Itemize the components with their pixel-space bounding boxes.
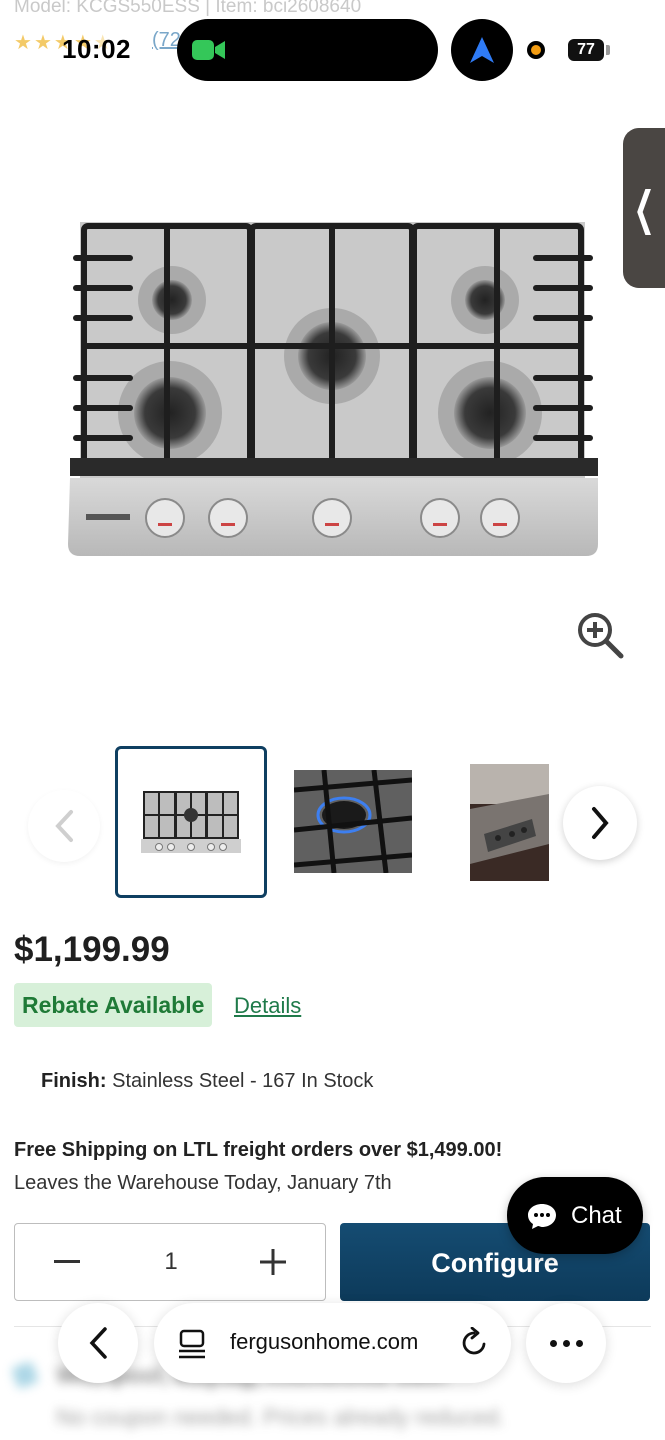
quantity-increase-button[interactable] (259, 1248, 287, 1276)
rebate-badge: Rebate Available (14, 983, 213, 1027)
chat-label: Chat (571, 1201, 622, 1229)
thumbnail-1-selected[interactable] (115, 746, 267, 898)
chevron-left-icon: ❮ (633, 181, 655, 235)
finish-value: Stainless Steel - 167 In Stock (112, 1070, 374, 1092)
chevron-left-icon (55, 810, 73, 842)
model-item-line: Model: KCGS550ESS | Item: bci2608640 (14, 0, 362, 17)
tag-icon (10, 1360, 40, 1390)
navigation-indicator (451, 19, 513, 81)
dynamic-island (177, 19, 438, 81)
chat-button[interactable]: Chat (507, 1177, 643, 1254)
more-button[interactable] (526, 1303, 606, 1383)
more-icon-dot (575, 1339, 583, 1347)
shipping-title: Free Shipping on LTL freight orders over… (14, 1139, 503, 1161)
thumbnail-3-kitchen-scene[interactable] (470, 764, 549, 881)
minus-icon (54, 1260, 80, 1263)
thumbnail-2-burner-flame[interactable] (294, 770, 412, 873)
more-icon-dot (549, 1339, 557, 1347)
chevron-right-icon (592, 807, 609, 839)
reload-icon[interactable] (458, 1327, 490, 1359)
star-icon: ★ (33, 32, 52, 54)
zoom-in-icon[interactable] (575, 610, 625, 660)
status-time: 10:02 (62, 34, 131, 64)
address-bar[interactable]: fergusonhome.com (154, 1303, 511, 1383)
star-icon: ★ (14, 32, 32, 54)
quantity-stepper: 1 (14, 1223, 326, 1301)
finish-label: Finish: (41, 1070, 107, 1092)
finish-row: Finish: Stainless Steel - 167 In Stock (41, 1070, 373, 1093)
plus-icon (260, 1249, 286, 1275)
more-icon-dot (562, 1339, 570, 1347)
promo-subline: No coupon needed. Prices already reduced… (56, 1404, 505, 1430)
video-camera-icon (192, 40, 225, 60)
url-text: fergusonhome.com (230, 1329, 419, 1354)
product-price: $1,199.99 (14, 930, 170, 969)
browser-back-button[interactable] (58, 1303, 138, 1383)
tabs-icon (179, 1329, 205, 1359)
thumbnail-cooktop-image (141, 791, 241, 853)
chat-bubble-icon (528, 1203, 556, 1229)
shipping-subtitle: Leaves the Warehouse Today, January 7th (14, 1172, 392, 1194)
thumbnail-next-button[interactable] (563, 786, 637, 860)
rebate-details-link[interactable]: Details (234, 993, 301, 1019)
battery-tip (606, 45, 610, 55)
privacy-indicator (527, 41, 545, 59)
navigation-arrow-icon (470, 37, 494, 63)
product-main-image[interactable] (60, 208, 605, 568)
chevron-left-icon (89, 1327, 107, 1359)
quantity-decrease-button[interactable] (53, 1248, 81, 1276)
quantity-value[interactable]: 1 (155, 1248, 187, 1276)
battery-indicator: 77 (568, 39, 604, 61)
thumbnail-prev-button[interactable] (28, 790, 100, 862)
side-drawer-tab[interactable]: ❮ (623, 128, 665, 288)
